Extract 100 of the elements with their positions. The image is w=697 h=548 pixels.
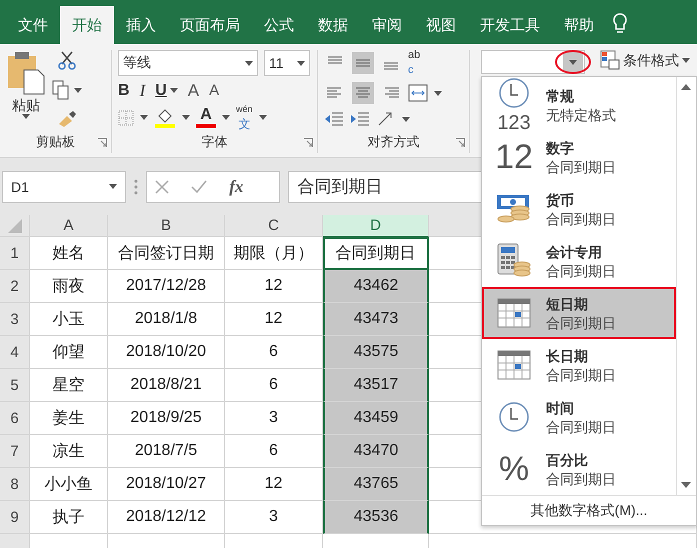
format-menu-item[interactable]: 货币 合同到期日 xyxy=(482,183,676,235)
format-icon-label: 12 xyxy=(495,140,533,174)
color-bar-icon xyxy=(196,124,216,128)
increase-indent-icon[interactable] xyxy=(350,110,370,128)
format-menu-item[interactable]: % 百分比 合同到期日 xyxy=(482,443,676,495)
caret-icon xyxy=(569,60,577,64)
conditional-format-button[interactable]: 条件格式 xyxy=(598,48,692,72)
ribbon-tab[interactable]: 插入 xyxy=(114,6,168,44)
insert-function-button[interactable]: fx xyxy=(229,178,244,195)
wrap-text-label[interactable]: ab xyxy=(408,50,420,61)
table-cell: 小小鱼 xyxy=(30,468,108,501)
table-cell: 43470 xyxy=(323,435,429,468)
drag-handle-icon[interactable] xyxy=(134,178,138,194)
row-header[interactable]: 7 xyxy=(0,435,30,468)
group-label: 字体 xyxy=(200,133,228,151)
decrease-indent-icon[interactable] xyxy=(324,110,344,128)
fill-color-icon[interactable] xyxy=(154,108,176,128)
dialog-launcher-icon[interactable] xyxy=(304,138,313,147)
dialog-launcher-icon[interactable] xyxy=(456,138,465,147)
ribbon-tab[interactable]: 开发工具 xyxy=(468,6,552,44)
calculator-coins-icon xyxy=(496,243,532,279)
bold-button[interactable]: B xyxy=(118,82,130,98)
table-cell: 凉生 xyxy=(30,435,108,468)
table-cell: 小玉 xyxy=(30,303,108,336)
checkmark-icon[interactable] xyxy=(191,180,208,194)
paste-icon[interactable] xyxy=(6,50,46,96)
caret-icon xyxy=(245,60,253,66)
row-header[interactable]: 1 xyxy=(0,237,30,270)
lightbulb-icon[interactable] xyxy=(612,12,628,36)
column-header[interactable]: C xyxy=(225,215,323,237)
dialog-launcher-icon[interactable] xyxy=(98,138,107,147)
align-icon[interactable] xyxy=(352,52,374,74)
format-menu-item[interactable]: 长日期 合同到期日 xyxy=(482,339,676,391)
ribbon-tab[interactable]: 视图 xyxy=(414,6,468,44)
table-cell: 2018/12/12 xyxy=(108,501,225,534)
merge-cells-icon[interactable] xyxy=(408,84,428,102)
decrease-font-button[interactable]: A xyxy=(209,83,220,98)
copy-icon[interactable] xyxy=(52,80,70,100)
underline-button[interactable]: U xyxy=(155,82,167,98)
format-menu-item[interactable]: 会计专用 合同到期日 xyxy=(482,235,676,287)
corner-triangle-icon xyxy=(8,218,22,232)
table-cell: 3 xyxy=(225,501,323,534)
paste-label[interactable]: 粘贴 xyxy=(12,98,40,112)
ribbon-tab[interactable]: 公式 xyxy=(252,6,306,44)
wrap-text-label[interactable]: c xyxy=(408,65,414,76)
row-header[interactable]: 8 xyxy=(0,468,30,501)
caret-icon xyxy=(222,115,230,120)
caret-icon xyxy=(109,184,118,189)
table-cell: 雨夜 xyxy=(30,270,108,303)
align-icon[interactable] xyxy=(352,82,374,104)
table-cell: 2018/8/21 xyxy=(108,369,225,402)
table-cell: 期限（月） xyxy=(225,237,323,270)
table-cell: 2017/12/28 xyxy=(108,270,225,303)
format-menu-item[interactable]: 时间 合同到期日 xyxy=(482,391,676,443)
table-cell: 43459 xyxy=(323,402,429,435)
more-formats-item[interactable]: 其他数字格式(M)... xyxy=(482,495,696,525)
scissors-icon[interactable] xyxy=(58,50,76,70)
table-cell: 43462 xyxy=(323,270,429,303)
format-menu-item[interactable]: 短日期 合同到期日 xyxy=(482,287,676,339)
table-cell: 仰望 xyxy=(30,336,108,369)
column-header[interactable]: B xyxy=(108,215,225,237)
increase-font-button[interactable]: A xyxy=(188,82,200,99)
column-header[interactable]: A xyxy=(30,215,108,237)
column-header[interactable]: D xyxy=(323,215,429,237)
row-header[interactable]: 2 xyxy=(0,270,30,303)
font-name-field[interactable]: 等线 xyxy=(118,50,258,76)
table-cell: 43517 xyxy=(323,369,429,402)
caret-icon xyxy=(258,115,267,120)
table-cell: 3 xyxy=(225,402,323,435)
annotation-ellipse xyxy=(555,50,591,74)
ribbon-tab[interactable]: 开始 xyxy=(60,6,114,44)
caret-icon xyxy=(402,116,410,122)
ribbon-tab[interactable]: 数据 xyxy=(306,6,360,44)
format-icon-label: % xyxy=(498,452,530,486)
table-cell: 6 xyxy=(225,435,323,468)
row-header[interactable]: 5 xyxy=(0,369,30,402)
phonetic-label[interactable]: 文 xyxy=(238,118,250,130)
phonetic-label[interactable]: wén xyxy=(236,105,253,114)
font-color-button[interactable]: A xyxy=(200,107,212,123)
calendar-icon xyxy=(497,298,531,328)
table-cell: 6 xyxy=(225,336,323,369)
paintbrush-icon[interactable] xyxy=(57,110,77,128)
ribbon-tab[interactable]: 帮助 xyxy=(552,6,606,44)
dropdown-button[interactable] xyxy=(563,52,583,72)
table-cell: 43536 xyxy=(323,501,429,534)
border-icon[interactable] xyxy=(118,110,134,126)
row-header[interactable]: 4 xyxy=(0,336,30,369)
ribbon-tab[interactable]: 审阅 xyxy=(360,6,414,44)
ribbon-tab[interactable]: 文件 xyxy=(6,6,60,44)
caret-icon xyxy=(182,115,190,120)
italic-button[interactable]: I xyxy=(140,82,146,99)
name-box[interactable]: D1 xyxy=(2,170,126,202)
table-cell: 姓名 xyxy=(30,237,108,270)
row-header[interactable]: 3 xyxy=(0,303,30,336)
font-size-field[interactable]: 11 xyxy=(264,50,310,76)
ribbon-tab[interactable]: 页面布局 xyxy=(168,6,252,44)
row-header[interactable]: 6 xyxy=(0,402,30,435)
row-header[interactable]: 9 xyxy=(0,501,30,534)
caret-icon xyxy=(74,88,82,92)
format-menu-item[interactable]: 123 常规 无特定格式 xyxy=(482,79,676,131)
